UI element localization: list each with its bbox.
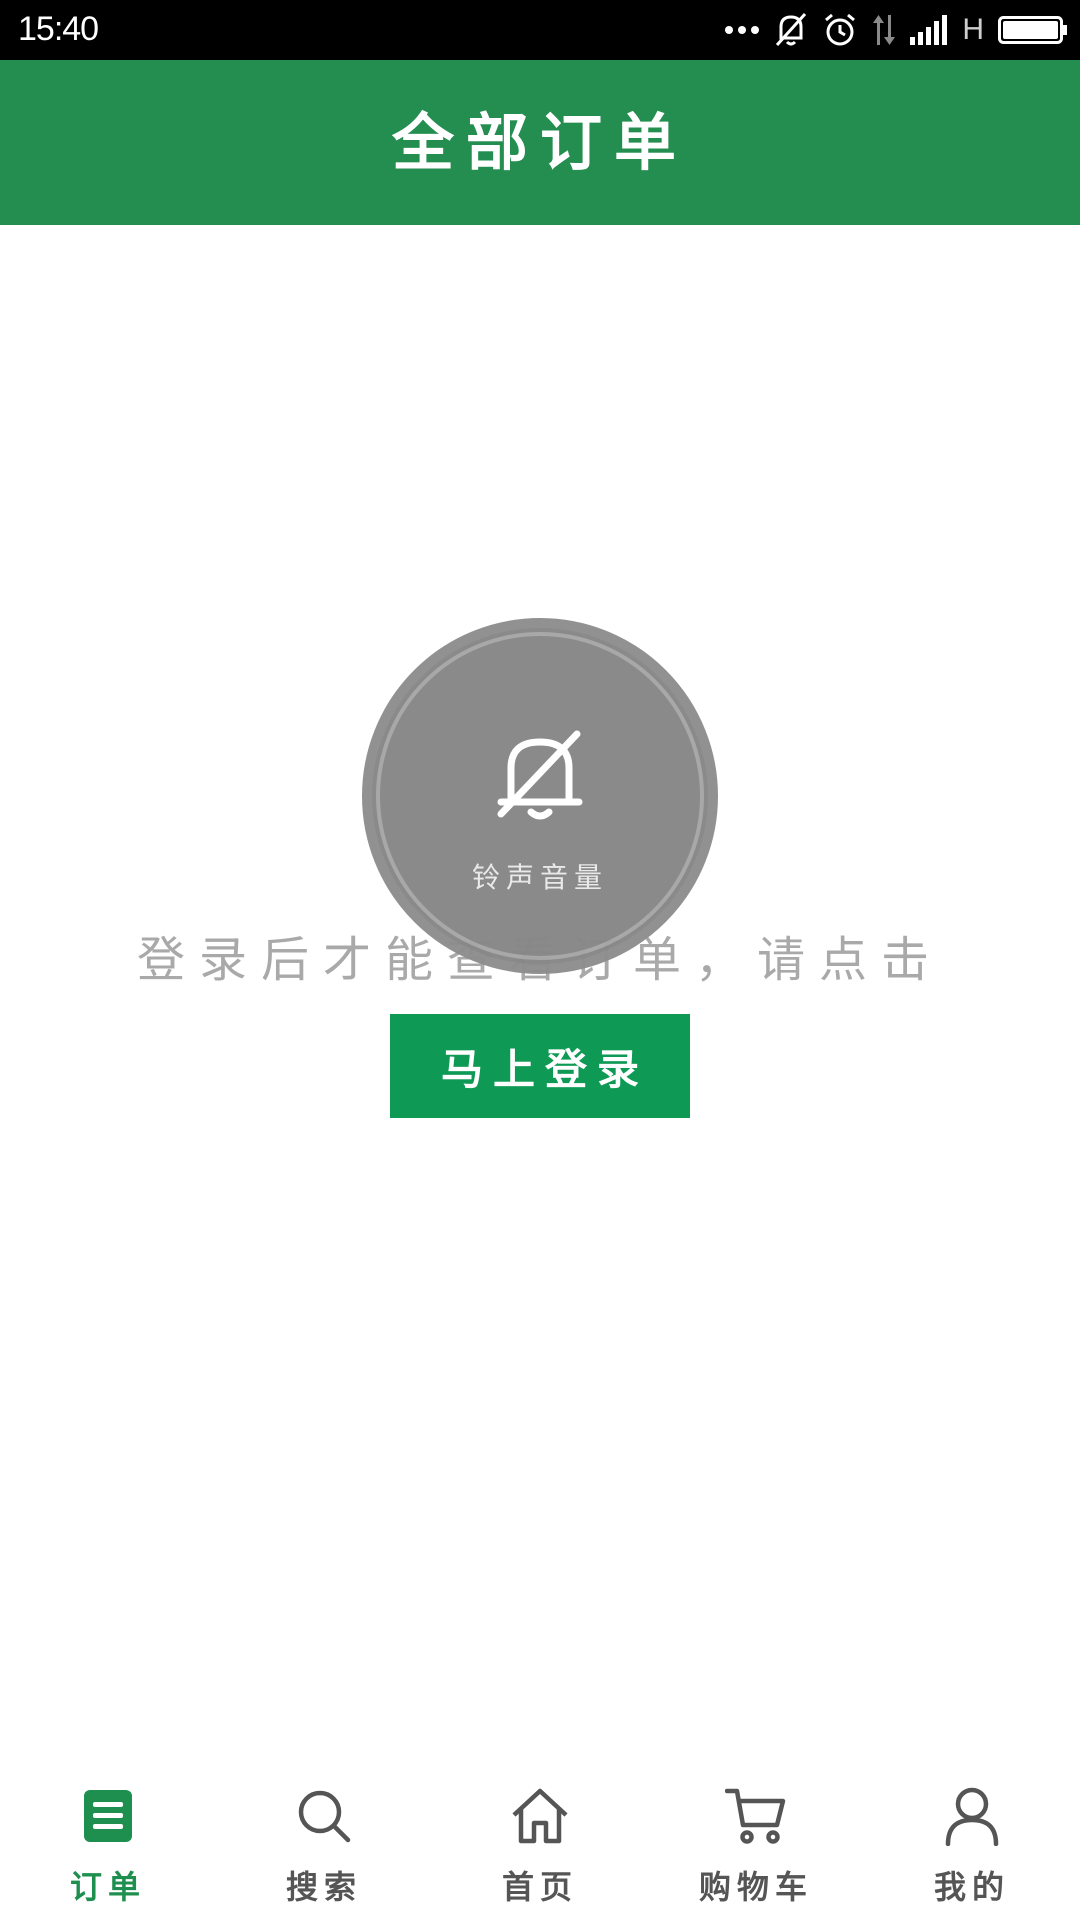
cart-icon [725,1780,787,1852]
nav-label-search: 搜索 [285,1868,362,1906]
volume-label: 铃声音量 [471,861,608,894]
nav-label-cart: 购物车 [698,1868,813,1906]
status-time: 15:40 [18,10,99,48]
nav-item-me[interactable]: 我的 [864,1760,1080,1920]
home-icon [510,1780,570,1852]
app-header: 全部订单 [0,60,1080,225]
status-icons: H [724,0,1068,60]
more-dots-icon [724,24,760,36]
nav-item-orders[interactable]: 订单 [0,1760,216,1920]
status-bar: 15:40 H [0,0,1080,60]
page-title: 全部订单 [391,105,688,179]
nav-item-search[interactable]: 搜索 [216,1760,432,1920]
nav-item-home[interactable]: 首页 [432,1760,648,1920]
data-arrows-icon [872,13,896,47]
alarm-icon [822,12,858,48]
user-icon [944,1780,1000,1852]
battery-icon [998,15,1068,45]
nav-label-orders: 订单 [69,1868,146,1906]
nav-label-me: 我的 [933,1868,1010,1906]
bell-off-icon [774,12,808,48]
signal-icon [910,15,948,45]
network-type: H [962,13,984,46]
nav-label-home: 首页 [501,1868,578,1906]
order-list-icon [82,1780,134,1852]
login-now-button[interactable]: 马上登录 [390,1014,690,1118]
bottom-nav: 订单 搜索 首页 购物车 我的 [0,1760,1080,1920]
nav-item-cart[interactable]: 购物车 [648,1760,864,1920]
search-icon [296,1780,352,1852]
ringer-volume-overlay: 铃声音量 [362,618,718,974]
bell-off-icon [495,728,585,828]
